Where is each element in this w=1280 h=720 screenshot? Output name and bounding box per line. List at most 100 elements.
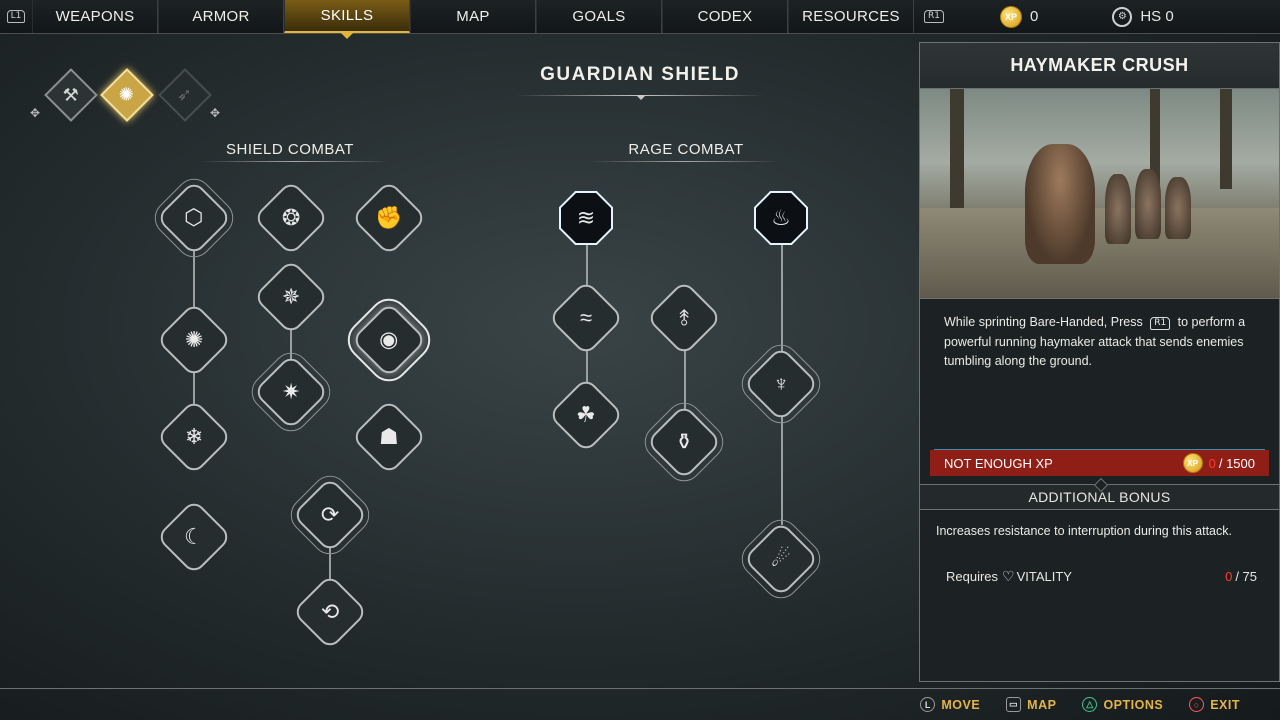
skill-node-shield-spin[interactable]: ❂ (252, 179, 330, 257)
tab-resources[interactable]: RESOURCES (788, 0, 914, 33)
skill-node-rage-rise[interactable]: ⥉ (645, 279, 723, 357)
button-hints: L MOVE ▭ MAP △ OPTIONS ○ EXIT (920, 697, 1240, 712)
hint-label: MAP (1027, 697, 1057, 712)
skill-link (781, 245, 783, 360)
skill-node-haymaker-crush[interactable]: ≋ (559, 191, 613, 245)
hint-map[interactable]: ▭ MAP (1006, 697, 1056, 712)
top-nav: L1 WEAPONS ARMOR SKILLS MAP GOALS CODEX … (0, 0, 1280, 39)
requires-label: Requires (946, 569, 999, 584)
xp-coin-icon: XP (1182, 453, 1203, 473)
skill-node-shield-rune[interactable]: ◉ (339, 290, 439, 390)
r1-bumper-icon[interactable]: R1 (914, 0, 954, 33)
tree-trunk (1220, 89, 1232, 189)
pillar-icon: ⚱ (674, 429, 694, 454)
enemy-figure (1135, 169, 1161, 239)
tab-skills[interactable]: SKILLS (284, 0, 410, 39)
bonus-text: Increases resistance to interruption dur… (936, 524, 1232, 538)
skill-node-shield-storm[interactable]: ✷ (244, 345, 338, 439)
hint-options[interactable]: △ OPTIONS (1082, 697, 1163, 712)
hint-move[interactable]: L MOVE (920, 697, 980, 712)
storm-icon: ✷ (281, 379, 301, 404)
bottom-divider (0, 688, 1280, 689)
tab-weapons[interactable]: WEAPONS (32, 0, 158, 33)
slam-icon: ⟳ (320, 502, 340, 527)
roar-icon: ☘ (576, 401, 596, 427)
triangle-button-icon: △ (1082, 697, 1098, 712)
skill-node-shield-star[interactable]: ❄ (155, 398, 233, 476)
tab-codex[interactable]: CODEX (662, 0, 788, 33)
fist-icon: ✊ (375, 205, 403, 230)
enemy-figure (1105, 174, 1131, 244)
tree-trunk (950, 89, 964, 209)
xp-requirement-bar: NOT ENOUGH XP XP 0 / 1500 (930, 450, 1269, 476)
tab-map[interactable]: MAP (410, 0, 536, 33)
shield-tree-icon[interactable]: ✺ (100, 68, 154, 122)
eruption-icon: ♆ (772, 371, 790, 396)
skill-title: HAYMAKER CRUSH (920, 43, 1279, 89)
skill-preview-image (920, 89, 1279, 299)
circle-button-icon: ○ (1189, 697, 1205, 712)
vortex-icon: ✵ (281, 284, 301, 309)
dpad-right-icon: ✥ (210, 106, 221, 120)
shield-bash-icon: ⬡ (184, 205, 204, 230)
enemy-figure (1165, 177, 1191, 239)
vitality-icon: ♡ (1002, 568, 1015, 584)
section-divider (590, 161, 780, 162)
requires-current: 0 (1225, 569, 1233, 584)
bow-tree-icon[interactable]: ➶ (158, 68, 212, 122)
hint-exit[interactable]: ○ EXIT (1189, 697, 1240, 712)
skill-node-shield-burst[interactable]: ✺ (155, 301, 233, 379)
requires-stat: VITALITY (1016, 569, 1072, 584)
skill-node-rage-wave[interactable]: ≈ (547, 279, 625, 357)
section-shield-combat: SHIELD COMBAT (226, 141, 354, 158)
rune-icon: ◉ (379, 326, 399, 352)
rise-icon: ⥉ (678, 305, 690, 330)
l1-bumper-icon[interactable]: L1 (0, 0, 32, 33)
axe-tree-icon[interactable]: ⚒ (44, 68, 98, 122)
bonus-header: ADDITIONAL BONUS (920, 484, 1279, 510)
skill-node-rage-flame[interactable]: ♨ (754, 191, 808, 245)
skill-link (684, 345, 686, 415)
xp-current: 0 (1208, 455, 1216, 471)
skill-node-shield-vortex[interactable]: ✵ (252, 258, 330, 336)
xp-coin-icon: XP (1000, 5, 1022, 28)
xp-status: NOT ENOUGH XP (944, 455, 1053, 471)
skill-node-rage-pillar[interactable]: ⚱ (637, 395, 731, 489)
xp-required: / 1500 (1218, 455, 1255, 471)
r1-button-icon: R1 (1150, 317, 1171, 330)
skill-node-rage-roar[interactable]: ☘ (547, 376, 625, 454)
haymaker-icon: ≋ (576, 205, 596, 230)
hint-label: OPTIONS (1103, 697, 1164, 712)
touchpad-icon: ▭ (1006, 697, 1022, 712)
description-text: While sprinting Bare-Handed, Press (944, 315, 1143, 329)
hint-label: MOVE (941, 697, 981, 712)
twirl-icon: ⟲ (320, 599, 340, 624)
tab-armor[interactable]: ARMOR (158, 0, 284, 33)
skill-link (781, 415, 783, 525)
kratos-figure (1025, 144, 1095, 264)
skill-node-shield-fist[interactable]: ✊ (350, 179, 428, 257)
ground (920, 208, 1279, 298)
requirement-row: Requires ♡ VITALITY 0 / 75 (920, 538, 1279, 585)
tab-goals[interactable]: GOALS (536, 0, 662, 33)
hint-label: EXIT (1210, 697, 1240, 712)
hacksilver-icon: ⚙ (1112, 6, 1133, 27)
skill-node-rage-eruption[interactable]: ♆ (734, 337, 828, 431)
wave-icon: ≈ (579, 304, 593, 330)
skill-detail-panel: HAYMAKER CRUSH While sprinting Bare-Hand… (919, 42, 1280, 682)
requires-total: / 75 (1235, 569, 1257, 584)
spin-icon: ❂ (281, 205, 301, 230)
skill-node-shield-moon[interactable]: ☾ (155, 498, 233, 576)
skill-node-rage-quake[interactable]: ☄ (734, 512, 828, 606)
skill-node-shield-slam[interactable]: ⟳ (283, 468, 377, 562)
skill-node-shield-twirl[interactable]: ⟲ (291, 573, 369, 651)
star-icon: ❄ (184, 424, 204, 449)
skill-node-shield-guard[interactable]: ☗ (350, 398, 428, 476)
guard-icon: ☗ (379, 423, 399, 449)
xp-value: 0 (1030, 8, 1039, 25)
skill-node-shield-bash[interactable]: ⬡ (147, 171, 241, 265)
dpad-left-icon: ✥ (30, 106, 41, 120)
title-notch (636, 95, 646, 100)
crescent-icon: ☾ (184, 523, 204, 549)
flame-icon: ♨ (771, 205, 791, 230)
